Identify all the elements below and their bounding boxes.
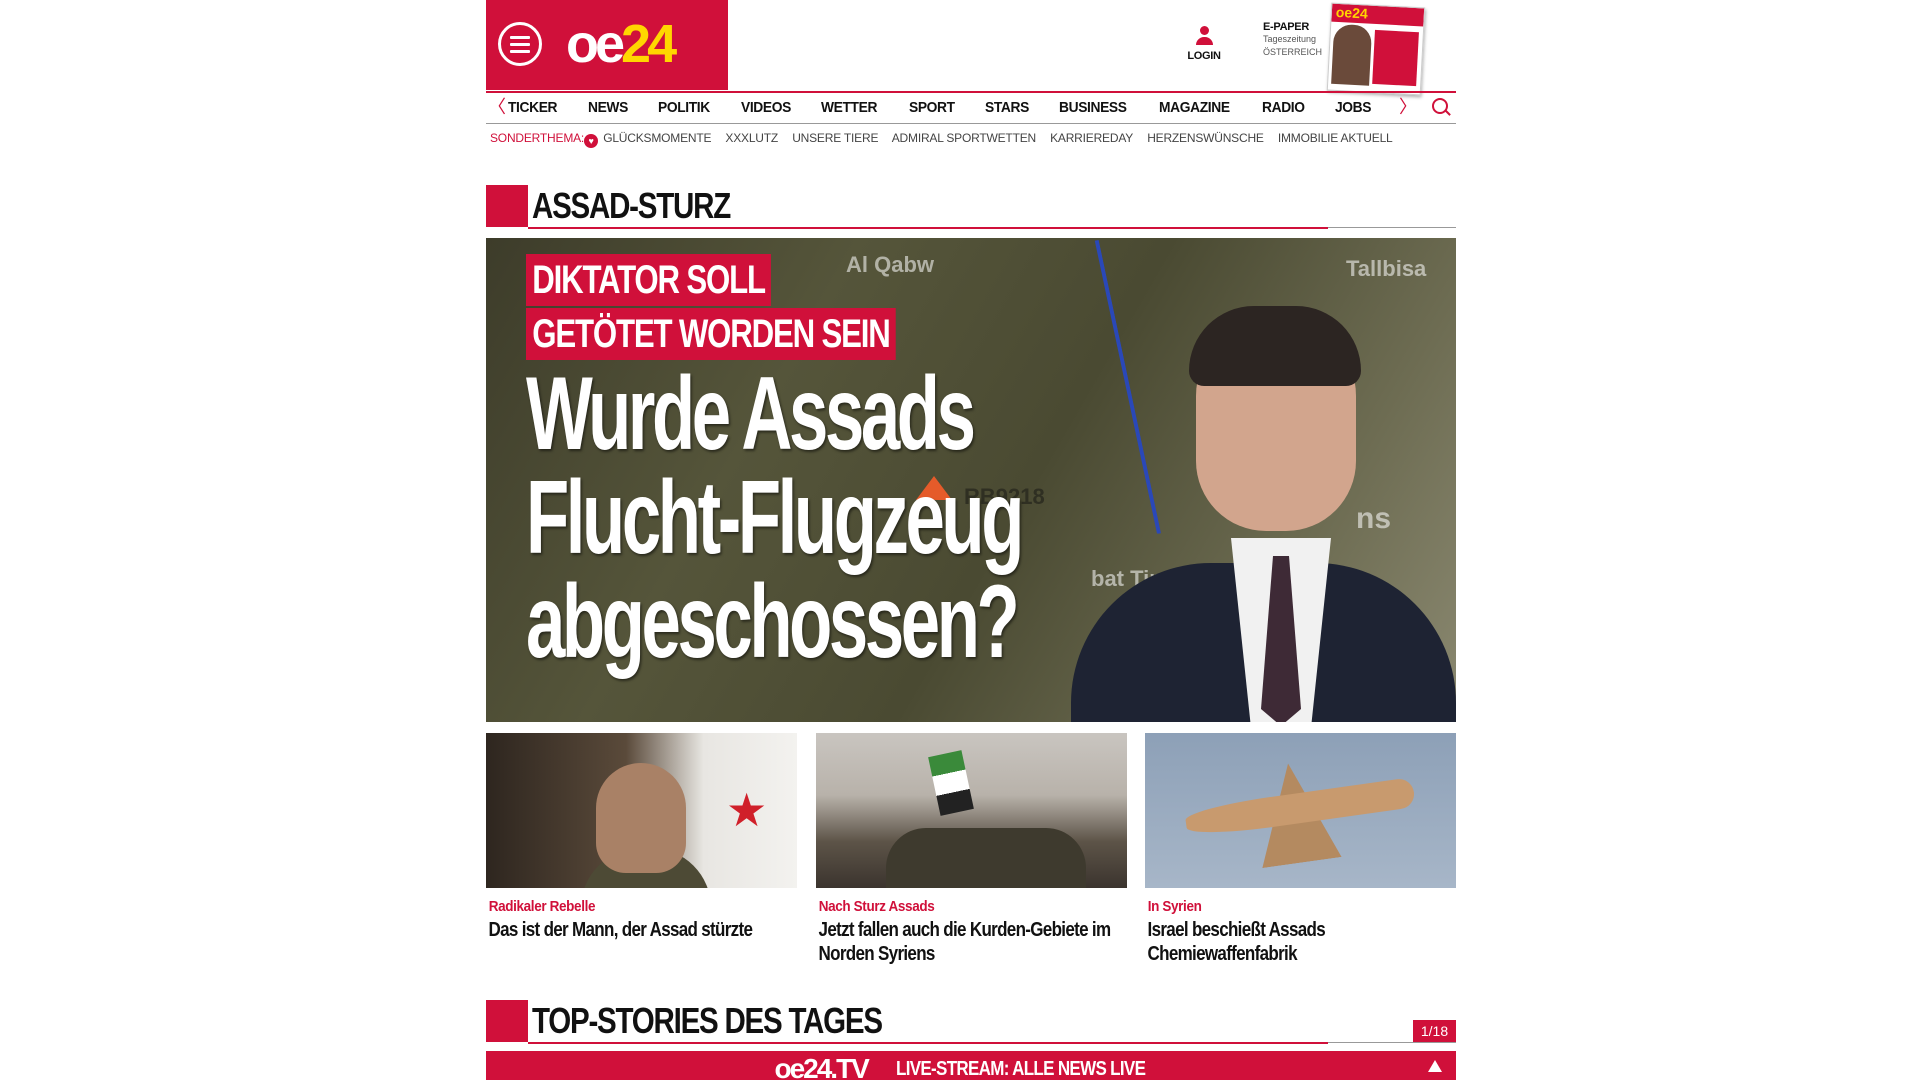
hero-kicker-line1: DIKTATOR SOLL [526,254,772,306]
section-marker [486,1000,528,1042]
hero-kicker-line2: GETÖTET WORDEN SEIN [526,308,896,360]
subnav-item-karriereday[interactable]: KARRIEREDAY [1050,131,1133,145]
section-rule [528,1042,1328,1044]
logo-oe-text: oe [566,14,625,74]
hero-headline[interactable]: Wurde Assads Flucht-Flugzeug abgeschosse… [526,356,1024,680]
expand-up-icon[interactable] [1428,1060,1442,1072]
teaser-image[interactable] [816,733,1127,888]
epaper-title: E-PAPER [1263,21,1309,33]
epaper-sub2: ÖSTERREICH [1263,47,1323,57]
hero-headline-line2: Flucht-Flugzeug [526,460,1024,576]
teaser-title[interactable]: Das ist der Mann, der Assad stürzte [486,918,795,942]
subnav-item-immobilie[interactable]: IMMOBILIE AKTUELL [1278,131,1393,145]
teaser-card[interactable]: ★ Radikaler Rebelle Das ist der Mann, de… [486,733,797,942]
subnav-item-xxxlutz[interactable]: XXXLUTZ [725,131,778,145]
teaser-title[interactable]: Israel beschießt Assads Chemiewaffenfabr… [1145,918,1454,966]
slide-counter: 1/18 [1413,1020,1456,1042]
hero-headline-line3: abgeschossen? [526,564,1020,680]
section-title[interactable]: ASSAD-STURZ [532,186,731,226]
user-icon [1196,26,1213,45]
nav-item-jobs[interactable]: JOBS [1335,99,1371,116]
teaser-image[interactable] [1145,733,1456,888]
hero-portrait [1071,288,1456,722]
subnav-item-gluecksmomente[interactable]: GLÜCKSMOMENTE [603,131,711,145]
hamburger-menu-icon[interactable] [498,22,542,66]
epaper-link[interactable]: E-PAPER Tageszeitung ÖSTERREICH [1263,21,1331,59]
nav-item-politik[interactable]: POLITIK [658,99,710,116]
hero-kicker: DIKTATOR SOLL GETÖTET WORDEN SEIN [526,254,1000,360]
section-marker [486,185,528,227]
teaser-kicker: Radikaler Rebelle [488,898,596,915]
live-stream-bar[interactable]: oe24.TV LIVE-STREAM: ALLE NEWS LIVE [486,1051,1456,1084]
nav-prev-arrow-icon[interactable]: 〈 [488,98,506,116]
teaser-card[interactable]: Nach Sturz Assads Jetzt fallen auch die … [816,733,1127,966]
epaper-sub1: Tageszeitung [1263,34,1317,44]
main-nav: 〈 TICKER NEWS POLITIK VIDEOS WETTER SPOR… [486,91,1456,124]
logo-number-text: 24 [621,14,677,74]
oe24tv-logo: oe24.TV [774,1053,869,1084]
nav-list: TICKER NEWS POLITIK VIDEOS WETTER SPORT … [508,99,1396,117]
nav-item-radio[interactable]: RADIO [1262,99,1305,116]
nav-item-sport[interactable]: SPORT [909,99,955,116]
section-header-assad: ASSAD-STURZ [486,185,1456,229]
heart-icon: ♥ [584,134,599,148]
hero-headline-line1: Wurde Assads [526,356,976,472]
nav-item-videos[interactable]: VIDEOS [741,99,791,116]
live-stream-text: LIVE-STREAM: ALLE NEWS LIVE [896,1057,1146,1080]
subnav: SONDERTHEMA: ♥ GLÜCKSMOMENTE XXXLUTZ UNSE… [490,131,1404,148]
section-rule-grey [1328,227,1456,228]
subnav-item-admiral[interactable]: ADMIRAL SPORTWETTEN [892,131,1036,145]
oe24-logo[interactable]: oe24 [566,14,677,74]
map-label: Tallbisa [1346,256,1427,281]
nav-item-business[interactable]: BUSINESS [1059,99,1127,116]
nav-item-wetter[interactable]: WETTER [821,99,877,116]
section-title[interactable]: TOP-STORIES DES TAGES [532,1001,883,1041]
teaser-kicker: Nach Sturz Assads [818,898,935,915]
section-rule [528,227,1328,229]
teaser-kicker: In Syrien [1147,898,1202,915]
teaser-image[interactable]: ★ [486,733,797,888]
search-icon[interactable] [1432,98,1448,114]
logo-block[interactable]: oe24 [486,0,728,90]
section-rule-grey [1328,1042,1456,1043]
epaper-cover-thumbnail[interactable]: oe24 [1326,2,1426,96]
login-label: LOGIN [1187,50,1221,62]
nav-item-ticker[interactable]: TICKER [508,99,558,116]
epaper-cover-teaser [1372,29,1419,87]
epaper-cover-photo [1331,23,1373,86]
nav-item-news[interactable]: NEWS [588,99,628,116]
page: oe24 LOGIN E-PAPER Tageszeitung ÖSTERREI… [486,0,1456,1084]
subnav-item-unsere-tiere[interactable]: UNSERE TIERE [792,131,878,145]
section-header-top-stories: TOP-STORIES DES TAGES [486,1000,1456,1044]
nav-next-arrow-icon[interactable]: 〉 [1399,98,1417,116]
subnav-item-herzenswuensche[interactable]: HERZENSWÜNSCHE [1147,131,1264,145]
nav-item-magazine[interactable]: MAGAZINE [1159,99,1230,116]
teaser-title[interactable]: Jetzt fallen auch die Kurden-Gebiete im … [816,918,1125,966]
login-button[interactable]: LOGIN [1176,26,1232,62]
epaper-cover-logo: oe24 [1331,3,1425,27]
hero-teaser[interactable]: Al Qabw Tallbisa RB9218 bat Tin Nü ns DI… [486,238,1456,722]
nav-item-stars[interactable]: STARS [985,99,1029,116]
teaser-card[interactable]: In Syrien Israel beschießt Assads Chemie… [1145,733,1456,966]
subnav-label: SONDERTHEMA: [490,131,585,145]
